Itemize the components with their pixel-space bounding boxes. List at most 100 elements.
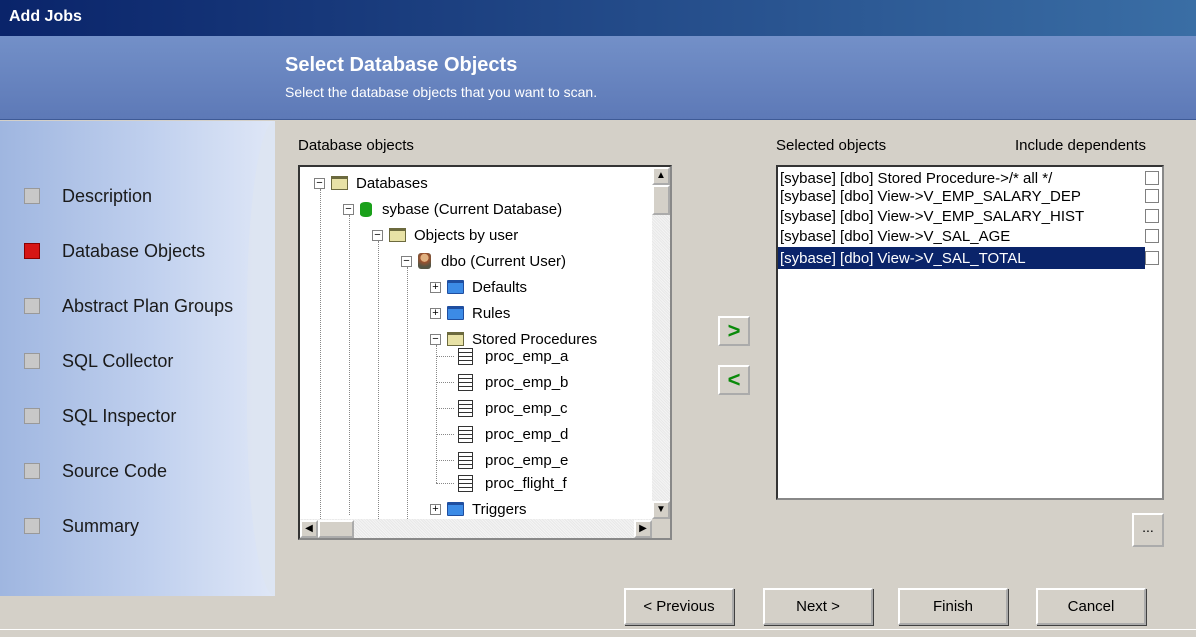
procedure-icon bbox=[458, 373, 473, 391]
folder-open-icon bbox=[331, 176, 348, 190]
folder-open-icon bbox=[447, 332, 464, 346]
include-dependents-checkbox[interactable] bbox=[1145, 209, 1159, 223]
step-label: Summary bbox=[62, 515, 140, 536]
list-item[interactable]: [sybase] [dbo] View->V_SAL_AGE bbox=[778, 225, 1145, 247]
tree-node-label: proc_emp_d bbox=[485, 425, 569, 443]
step-label: Database Objects bbox=[62, 240, 206, 261]
database-icon bbox=[360, 201, 372, 217]
procedure-icon bbox=[458, 474, 473, 492]
folder-icon bbox=[447, 280, 464, 294]
selected-objects-label: Selected objects bbox=[776, 137, 887, 154]
scroll-left-icon[interactable]: ◀ bbox=[300, 520, 318, 538]
step-indicator bbox=[24, 518, 40, 534]
list-item-text: [sybase] [dbo] View->V_SAL_AGE bbox=[780, 227, 1011, 245]
scroll-thumb[interactable] bbox=[652, 185, 670, 215]
step-abstract-plan-groups: Abstract Plan Groups bbox=[24, 294, 233, 318]
tree-node-objects-by-user[interactable]: − Objects by user bbox=[372, 224, 518, 246]
bottom-edge bbox=[0, 629, 1196, 637]
tree-node-databases[interactable]: − Databases bbox=[314, 172, 428, 194]
tree-node-triggers[interactable]: + Triggers bbox=[430, 498, 526, 519]
chevron-right-icon: > bbox=[727, 318, 741, 343]
tree-node-dbo[interactable]: − dbo (Current User) bbox=[401, 250, 566, 272]
tree-node-label: proc_emp_e bbox=[485, 451, 569, 469]
add-to-selected-button[interactable]: > bbox=[718, 316, 750, 346]
collapse-icon[interactable]: − bbox=[372, 229, 383, 241]
folder-open-icon bbox=[389, 228, 406, 242]
collapse-icon[interactable]: − bbox=[343, 203, 354, 215]
expand-icon[interactable]: + bbox=[430, 307, 441, 319]
step-indicator bbox=[24, 408, 40, 424]
page-title: Select Database Objects bbox=[285, 54, 518, 76]
step-summary: Summary bbox=[24, 514, 139, 538]
tree-node-proc-emp-a[interactable]: proc_emp_a bbox=[458, 345, 568, 367]
procedure-icon bbox=[458, 347, 473, 365]
include-dependents-checkbox[interactable] bbox=[1145, 229, 1159, 243]
tree-node-label: Objects by user bbox=[414, 226, 519, 244]
wizard-header: Select Database Objects Select the datab… bbox=[0, 36, 1196, 120]
collapse-icon[interactable]: − bbox=[401, 255, 412, 267]
step-label: Abstract Plan Groups bbox=[62, 295, 234, 316]
tree-node-proc-emp-d[interactable]: proc_emp_d bbox=[458, 423, 568, 445]
window-title: Add Jobs bbox=[0, 0, 1196, 36]
list-item-text: [sybase] [dbo] View->V_SAL_TOTAL bbox=[780, 249, 1026, 267]
scroll-down-icon[interactable]: ▼ bbox=[652, 501, 670, 519]
step-label: Source Code bbox=[62, 460, 168, 481]
tree-node-label: proc_flight_f bbox=[485, 474, 567, 492]
tree-horizontal-scrollbar[interactable]: ◀ ▶ bbox=[300, 519, 652, 538]
step-source-code: Source Code bbox=[24, 459, 167, 483]
tree-node-label: proc_emp_b bbox=[485, 373, 569, 391]
expand-icon[interactable]: + bbox=[430, 281, 441, 293]
list-item-selected[interactable]: [sybase] [dbo] View->V_SAL_TOTAL bbox=[778, 247, 1145, 269]
tree-node-rules[interactable]: + Rules bbox=[430, 302, 510, 324]
step-indicator bbox=[24, 188, 40, 204]
previous-button[interactable]: < Previous bbox=[624, 588, 734, 625]
list-item-text: [sybase] [dbo] View->V_EMP_SALARY_HIST bbox=[780, 207, 1085, 225]
tree-vertical-scrollbar[interactable]: ▲ ▼ bbox=[652, 167, 670, 519]
tree-node-proc-emp-b[interactable]: proc_emp_b bbox=[458, 371, 568, 393]
step-label: SQL Collector bbox=[62, 350, 174, 371]
tree-node-label: proc_emp_a bbox=[485, 347, 569, 365]
cancel-button[interactable]: Cancel bbox=[1036, 588, 1146, 625]
more-options-button[interactable]: ... bbox=[1132, 513, 1164, 547]
procedure-icon bbox=[458, 425, 473, 443]
procedure-icon bbox=[458, 451, 473, 469]
next-button[interactable]: Next > bbox=[763, 588, 873, 625]
include-dependents-checkbox[interactable] bbox=[1145, 251, 1159, 265]
collapse-icon[interactable]: − bbox=[314, 177, 325, 189]
expand-icon[interactable]: + bbox=[430, 503, 441, 515]
step-label: Description bbox=[62, 185, 153, 206]
tree-body: − Databases − sybase (Current Database) … bbox=[300, 167, 652, 519]
step-label: SQL Inspector bbox=[62, 405, 177, 426]
step-indicator bbox=[24, 298, 40, 314]
tree-node-label: sybase (Current Database) bbox=[382, 200, 563, 218]
step-indicator bbox=[24, 463, 40, 479]
scroll-up-icon[interactable]: ▲ bbox=[652, 167, 670, 185]
include-dependents-checkbox[interactable] bbox=[1145, 171, 1159, 185]
tree-node-label: Defaults bbox=[472, 278, 528, 296]
tree-node-sybase[interactable]: − sybase (Current Database) bbox=[343, 198, 562, 220]
tree-node-proc-emp-c[interactable]: proc_emp_c bbox=[458, 397, 568, 419]
procedure-icon bbox=[458, 399, 473, 417]
tree-node-label: Rules bbox=[472, 304, 511, 322]
tree-node-label: dbo (Current User) bbox=[441, 252, 567, 270]
tree-node-defaults[interactable]: + Defaults bbox=[430, 276, 527, 298]
scroll-right-icon[interactable]: ▶ bbox=[634, 520, 652, 538]
finish-button[interactable]: Finish bbox=[898, 588, 1008, 625]
database-objects-tree[interactable]: − Databases − sybase (Current Database) … bbox=[298, 165, 672, 540]
collapse-icon[interactable]: − bbox=[430, 333, 441, 345]
step-indicator bbox=[24, 243, 40, 259]
folder-icon bbox=[447, 502, 464, 516]
list-item[interactable]: [sybase] [dbo] View->V_EMP_SALARY_HIST bbox=[778, 205, 1145, 227]
list-item[interactable]: [sybase] [dbo] View->V_EMP_SALARY_DEP bbox=[778, 185, 1145, 207]
database-objects-label: Database objects bbox=[298, 137, 414, 154]
step-database-objects: Database Objects bbox=[24, 239, 205, 263]
tree-node-proc-emp-e[interactable]: proc_emp_e bbox=[458, 449, 568, 471]
list-item-text: [sybase] [dbo] Stored Procedure->/* all … bbox=[780, 169, 1053, 187]
tree-node-label: Databases bbox=[356, 174, 428, 192]
scroll-thumb[interactable] bbox=[318, 520, 354, 538]
include-dependents-checkbox[interactable] bbox=[1145, 189, 1159, 203]
folder-icon bbox=[447, 306, 464, 320]
selected-objects-list[interactable]: [sybase] [dbo] Stored Procedure->/* all … bbox=[776, 165, 1164, 500]
tree-node-proc-flight-f[interactable]: proc_flight_f bbox=[458, 472, 567, 494]
remove-from-selected-button[interactable]: < bbox=[718, 365, 750, 395]
